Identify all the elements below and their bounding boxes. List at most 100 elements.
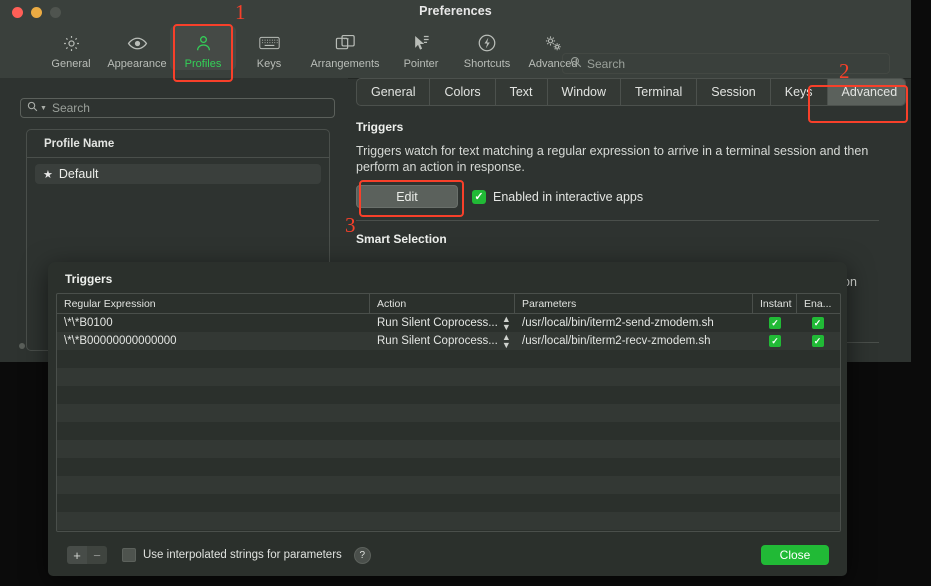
windows-icon bbox=[335, 30, 356, 56]
table-row[interactable]: \*\*B00000000000000 Run Silent Coprocess… bbox=[57, 332, 840, 350]
stepper-icon[interactable]: ▲ ▼ bbox=[502, 315, 511, 332]
triggers-table-header: Regular Expression Action Parameters Ins… bbox=[57, 294, 840, 314]
empty-table-row[interactable] bbox=[57, 494, 840, 512]
tab-label: General bbox=[371, 85, 416, 99]
cell-action[interactable]: Run Silent Coprocess... ▲ ▼ bbox=[370, 315, 515, 332]
enabled-checkbox-label: Enabled in interactive apps bbox=[493, 189, 644, 204]
annotation-number-2: 2 bbox=[839, 59, 850, 83]
checkmark-icon: ✓ bbox=[811, 335, 824, 347]
tab-colors[interactable]: Colors bbox=[430, 79, 496, 105]
eye-icon bbox=[127, 30, 148, 56]
checkmark-icon: ✓ bbox=[769, 317, 781, 329]
column-header-parameters[interactable]: Parameters bbox=[515, 294, 753, 313]
empty-table-row[interactable] bbox=[57, 350, 840, 368]
toolbar-item-profiles[interactable]: Profiles bbox=[170, 26, 236, 70]
toolbar-item-pointer[interactable]: Pointer bbox=[388, 26, 454, 70]
column-header-enabled[interactable]: Ena... bbox=[797, 294, 838, 313]
triggers-dialog-title: Triggers bbox=[65, 272, 113, 286]
column-header-regex[interactable]: Regular Expression bbox=[57, 294, 370, 313]
toolbar-label: Shortcuts bbox=[463, 58, 511, 70]
preferences-toolbar: General Appearance Profiles Keys Arrange… bbox=[0, 24, 911, 91]
annotation-number-1: 1 bbox=[235, 0, 246, 24]
close-dialog-button[interactable]: Close bbox=[761, 545, 829, 565]
toolbar-item-shortcuts[interactable]: Shortcuts bbox=[454, 26, 520, 70]
column-header-action[interactable]: Action bbox=[370, 294, 515, 313]
cell-enabled[interactable]: ✓ bbox=[797, 335, 838, 347]
smart-selection-title: Smart Selection bbox=[356, 232, 447, 246]
double-gear-icon bbox=[542, 30, 564, 56]
annotation-number-3: 3 bbox=[345, 213, 356, 237]
tab-label: Text bbox=[509, 85, 533, 99]
empty-table-row[interactable] bbox=[57, 476, 840, 494]
profile-search-input[interactable]: ▼ Search bbox=[20, 98, 335, 118]
remove-trigger-button[interactable]: − bbox=[87, 546, 107, 564]
enabled-interactive-apps-checkbox[interactable]: ✓ Enabled in interactive apps bbox=[472, 189, 644, 204]
stepper-icon[interactable]: ▲ ▼ bbox=[502, 333, 511, 350]
tab-label: Keys bbox=[784, 85, 813, 99]
empty-table-row[interactable] bbox=[57, 512, 840, 530]
tab-text[interactable]: Text bbox=[496, 79, 548, 105]
toolbar-item-keys[interactable]: Keys bbox=[236, 26, 302, 70]
toolbar-label: General bbox=[51, 58, 91, 70]
cell-enabled[interactable]: ✓ bbox=[797, 317, 838, 329]
column-header-instant[interactable]: Instant bbox=[753, 294, 797, 313]
empty-table-row[interactable] bbox=[57, 368, 840, 386]
resize-grip-dot bbox=[19, 343, 25, 349]
tab-terminal[interactable]: Terminal bbox=[621, 79, 698, 105]
checkmark-icon: ✓ bbox=[811, 317, 824, 329]
toolbar-label: Keys bbox=[256, 58, 282, 70]
cursor-icon bbox=[412, 30, 431, 56]
profile-name: Default bbox=[58, 167, 99, 181]
checkmark-icon: ✓ bbox=[769, 335, 781, 347]
profile-tab-bar: General Colors Text Window Terminal Sess… bbox=[356, 78, 906, 106]
cell-instant[interactable]: ✓ bbox=[753, 335, 797, 347]
tab-session[interactable]: Session bbox=[697, 79, 771, 105]
table-row[interactable]: \*\*B0100 Run Silent Coprocess... ▲ ▼ /us… bbox=[57, 314, 840, 332]
tab-keys[interactable]: Keys bbox=[771, 79, 828, 105]
tab-label: Terminal bbox=[635, 85, 683, 99]
cell-parameters: /usr/local/bin/iterm2-recv-zmodem.sh bbox=[522, 335, 711, 347]
profile-list-item-default[interactable]: ★ Default bbox=[35, 164, 321, 184]
section-divider bbox=[356, 220, 879, 221]
chevron-down-icon: ▼ bbox=[40, 104, 47, 112]
empty-table-row[interactable] bbox=[57, 440, 840, 458]
profile-name-column-header: Profile Name bbox=[27, 130, 329, 158]
triggers-dialog: Triggers Regular Expression Action Param… bbox=[48, 262, 847, 576]
interpolated-strings-label: Use interpolated strings for parameters bbox=[143, 549, 342, 561]
checkbox-unchecked-icon bbox=[122, 548, 136, 562]
tab-window[interactable]: Window bbox=[548, 79, 622, 105]
toolbar-label: Profiles bbox=[184, 58, 222, 70]
triggers-controls-row: Edit ✓ Enabled in interactive apps bbox=[356, 185, 901, 208]
empty-table-rows bbox=[57, 350, 840, 530]
add-trigger-button[interactable]: + bbox=[67, 546, 87, 564]
desktop-backdrop-right bbox=[911, 0, 931, 362]
empty-table-row[interactable] bbox=[57, 386, 840, 404]
gear-icon bbox=[62, 30, 81, 56]
tab-general[interactable]: General bbox=[357, 79, 431, 105]
add-remove-group: + − bbox=[66, 545, 108, 565]
window-titlebar: Preferences bbox=[0, 0, 911, 24]
checkmark-icon: ✓ bbox=[472, 189, 486, 204]
cell-instant[interactable]: ✓ bbox=[753, 317, 797, 329]
interpolated-strings-checkbox[interactable]: Use interpolated strings for parameters bbox=[122, 548, 342, 562]
empty-table-row[interactable] bbox=[57, 404, 840, 422]
empty-table-row[interactable] bbox=[57, 422, 840, 440]
dialog-footer: + − Use interpolated strings for paramet… bbox=[48, 534, 847, 576]
toolbar-item-general[interactable]: General bbox=[38, 26, 104, 70]
toolbar-label: Pointer bbox=[403, 58, 439, 70]
triggers-section-title: Triggers bbox=[356, 120, 404, 134]
toolbar-item-appearance[interactable]: Appearance bbox=[104, 26, 170, 70]
toolbar-label: Appearance bbox=[107, 58, 167, 70]
triggers-description: Triggers watch for text matching a regul… bbox=[356, 144, 869, 174]
edit-triggers-button[interactable]: Edit bbox=[356, 185, 458, 208]
bolt-icon bbox=[477, 30, 497, 56]
empty-table-row[interactable] bbox=[57, 458, 840, 476]
help-button[interactable]: ? bbox=[353, 546, 371, 564]
star-icon: ★ bbox=[43, 168, 53, 181]
cell-action[interactable]: Run Silent Coprocess... ▲ ▼ bbox=[370, 333, 515, 350]
profile-search-placeholder: Search bbox=[51, 101, 90, 115]
search-icon bbox=[27, 99, 38, 117]
toolbar-item-arrangements[interactable]: Arrangements bbox=[302, 26, 388, 70]
cell-parameters: /usr/local/bin/iterm2-send-zmodem.sh bbox=[522, 317, 714, 329]
tab-label: Colors bbox=[444, 85, 481, 99]
